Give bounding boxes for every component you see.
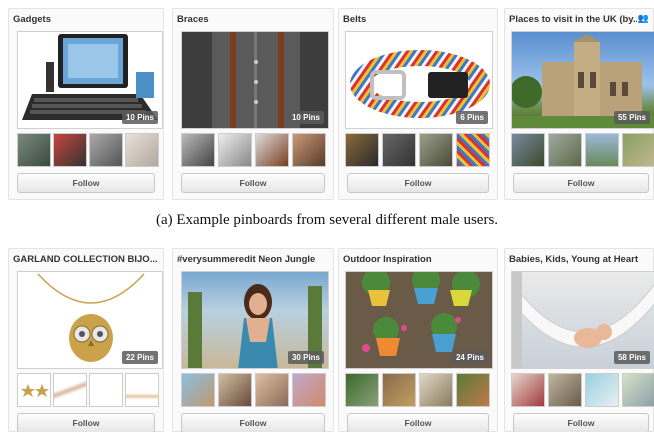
pinboard-gadgets[interactable]: Gadgets 10 Pins Follow [8,8,164,200]
pin-count-badge: 6 Pins [456,111,488,124]
follow-button[interactable]: Follow [513,173,649,193]
follow-button[interactable]: Follow [181,413,325,432]
figure-caption: (a) Example pinboards from several diffe… [155,212,499,228]
board-thumbnail[interactable] [419,373,453,407]
board-cover-image[interactable]: 6 Pins [345,31,493,129]
board-cover-image[interactable]: 24 Pins [345,271,493,369]
board-thumbnail[interactable] [125,373,159,407]
board-title: Braces [177,14,209,25]
board-thumbnail[interactable] [181,373,215,407]
follow-button[interactable]: Follow [513,413,649,432]
board-thumbnail[interactable] [622,373,654,407]
pinboard-outdoor-inspiration[interactable]: Outdoor Inspiration 24 Pins Follow [338,248,498,432]
board-title: Outdoor Inspiration [343,254,432,265]
board-thumbnail[interactable] [292,133,326,167]
board-thumbnail[interactable] [548,133,582,167]
board-cover-image[interactable]: 10 Pins [181,31,329,129]
male-boards-row: Gadgets 10 Pins Follow Braces 10 Pins Fo… [0,8,654,200]
board-thumbnail[interactable] [511,373,545,407]
board-thumbnail[interactable] [17,373,51,407]
board-thumbnail[interactable] [456,373,490,407]
board-thumbnail[interactable] [382,373,416,407]
board-title: Places to visit in the UK (by... [509,14,637,25]
pin-count-badge: 58 Pins [613,351,650,364]
board-cover-image[interactable]: 10 Pins [17,31,163,129]
follow-button[interactable]: Follow [347,173,489,193]
pinboard-belts[interactable]: Belts 6 Pins Follow [338,8,498,200]
board-thumbnail[interactable] [382,133,416,167]
board-thumbnail[interactable] [89,373,123,407]
board-title: Belts [343,14,367,25]
board-title: Gadgets [13,14,52,25]
board-thumbnail[interactable] [548,373,582,407]
pinboard-babies-kids[interactable]: Babies, Kids, Young at Heart 58 Pins Fol… [504,248,654,432]
board-title: #verysummeredit Neon Jungle [177,254,316,265]
pin-count-badge: 22 Pins [121,351,158,364]
board-thumbnail[interactable] [255,133,289,167]
board-thumbnail[interactable] [419,133,453,167]
board-thumbnail[interactable] [511,133,545,167]
board-thumbnail[interactable] [292,373,326,407]
board-thumbnail[interactable] [53,133,87,167]
pin-count-badge: 10 Pins [287,111,324,124]
board-thumbnail[interactable] [585,133,619,167]
pin-count-badge: 30 Pins [287,351,324,364]
pinboard-neon-jungle[interactable]: #verysummeredit Neon Jungle 30 Pins Foll… [172,248,334,432]
board-thumbnail[interactable] [53,373,87,407]
follow-button[interactable]: Follow [347,413,489,432]
board-thumbnail[interactable] [218,373,252,407]
pin-count-badge: 55 Pins [613,111,650,124]
board-thumbnail[interactable] [255,373,289,407]
pinboard-places-uk[interactable]: Places to visit in the UK (by... 👥 55 Pi… [504,8,654,200]
follow-button[interactable]: Follow [17,173,155,193]
follow-button[interactable]: Follow [17,413,155,432]
board-thumbnail[interactable] [17,133,51,167]
board-thumbnail[interactable] [89,133,123,167]
pinboard-garland-collection[interactable]: GARLAND COLLECTION BIJO... 22 Pins Follo… [8,248,164,432]
board-thumbnail[interactable] [345,133,379,167]
board-cover-image[interactable]: 30 Pins [181,271,329,369]
board-thumbnail[interactable] [585,373,619,407]
board-cover-image[interactable]: 55 Pins [511,31,654,129]
board-title: Babies, Kids, Young at Heart [509,254,638,265]
board-thumbnail[interactable] [125,133,159,167]
follow-button[interactable]: Follow [181,173,325,193]
group-icon: 👥 [637,13,649,23]
board-thumbnail[interactable] [345,373,379,407]
female-boards-row: GARLAND COLLECTION BIJO... 22 Pins Follo… [0,248,654,432]
pinboard-braces[interactable]: Braces 10 Pins Follow [172,8,334,200]
board-thumbnail[interactable] [181,133,215,167]
board-cover-image[interactable]: 58 Pins [511,271,654,369]
board-thumbnail[interactable] [218,133,252,167]
pin-count-badge: 10 Pins [121,111,158,124]
star-earrings-icon [21,384,49,397]
pin-count-badge: 24 Pins [451,351,488,364]
board-thumbnail[interactable] [456,133,490,167]
board-cover-image[interactable]: 22 Pins [17,271,163,369]
board-title: GARLAND COLLECTION BIJO... [13,254,158,265]
board-thumbnail[interactable] [622,133,654,167]
